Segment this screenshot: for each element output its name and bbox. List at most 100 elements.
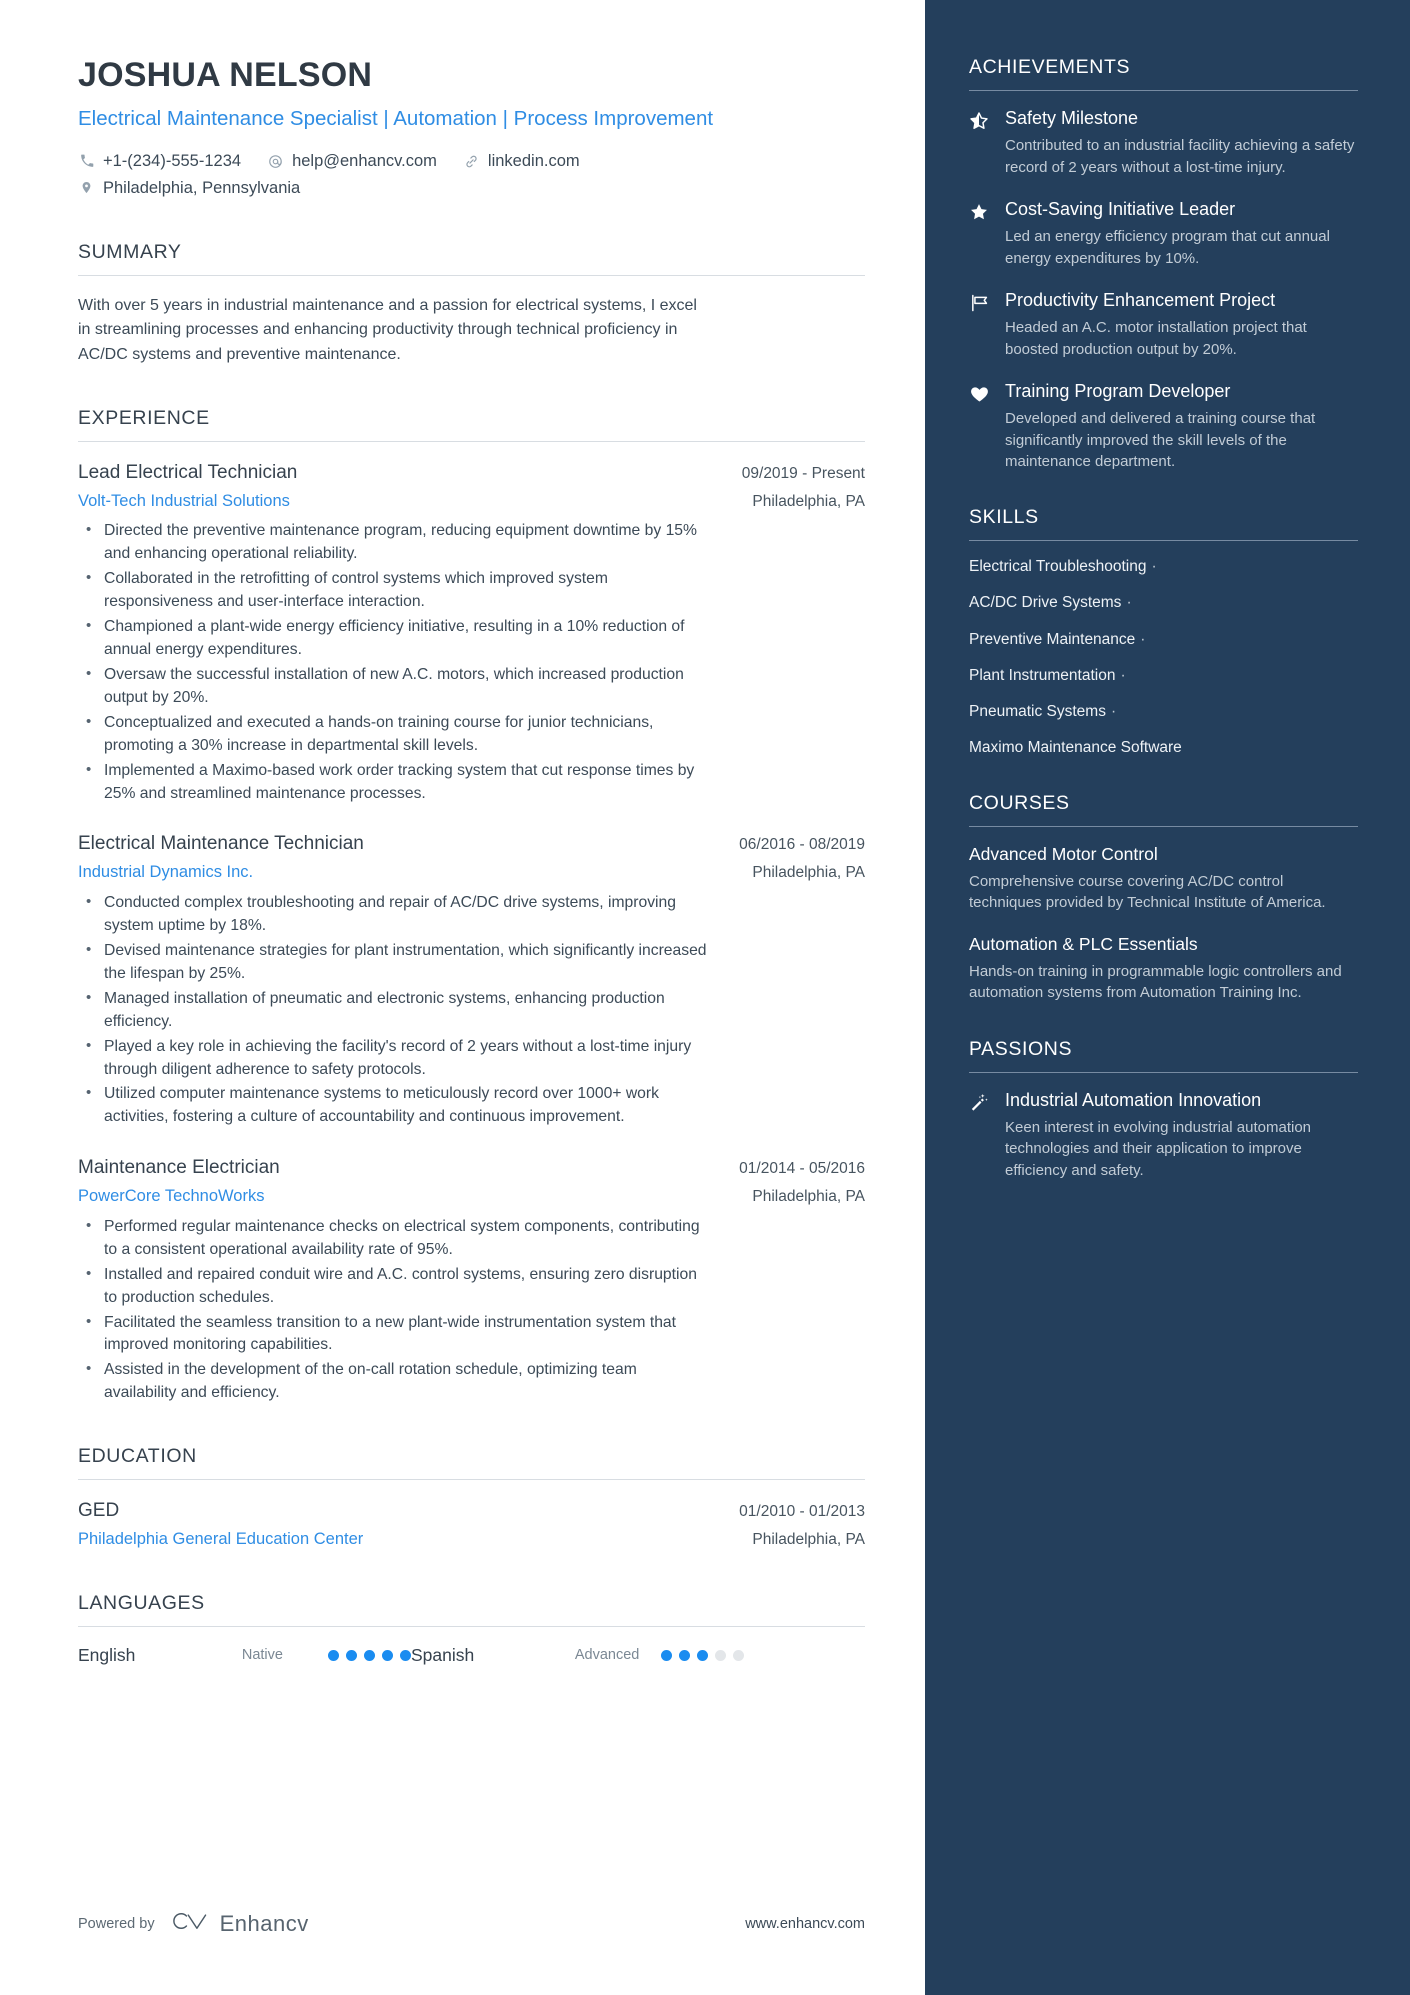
achievement-item: Cost-Saving Initiative Leader Led an ene… xyxy=(969,198,1358,269)
course-item: Automation & PLC Essentials Hands-on tra… xyxy=(969,933,1358,1003)
language-level: Advanced xyxy=(574,1647,640,1664)
rating-dot xyxy=(328,1649,339,1661)
job-location: Philadelphia, PA xyxy=(752,492,865,510)
job-bullet: Assisted in the development of the on-ca… xyxy=(78,1358,708,1405)
passions-section: PASSIONS Industrial Automation Innovatio… xyxy=(969,1038,1358,1181)
contact-link[interactable]: linkedin.com xyxy=(463,148,580,174)
courses-section: COURSES Advanced Motor Control Comprehen… xyxy=(969,792,1358,1004)
rating-dot xyxy=(382,1649,393,1661)
skills-heading: SKILLS xyxy=(969,506,1039,529)
job-title: Lead Electrical Technician xyxy=(78,461,298,483)
location-icon xyxy=(78,180,95,195)
courses-divider xyxy=(969,826,1358,828)
achievement-description: Developed and delivered a training cours… xyxy=(1005,410,1316,470)
achievement-body: Safety Milestone Contributed to an indus… xyxy=(1005,107,1358,178)
powered-by-block: Powered by Enhancv xyxy=(78,1908,309,1939)
star-icon xyxy=(969,198,991,269)
language-name: English xyxy=(78,1644,136,1665)
job-bullet: Oversaw the successful installation of n… xyxy=(78,663,708,710)
footer-url[interactable]: www.enhancv.com xyxy=(745,1916,865,1932)
job-bullet: Facilitated the seamless transition to a… xyxy=(78,1311,708,1358)
education-divider xyxy=(78,1479,865,1481)
education-entry-header: GED 01/2010 - 01/2013 xyxy=(78,1498,865,1524)
achievement-item: Productivity Enhancement Project Headed … xyxy=(969,289,1358,360)
flag-icon xyxy=(969,289,991,360)
footer: Powered by Enhancv www.enhancv.com xyxy=(78,1908,865,1939)
achievement-item: Training Program Developer Developed and… xyxy=(969,380,1358,472)
page-title: JOSHUA NELSON xyxy=(78,56,373,94)
job-bullet: Performed regular maintenance checks on … xyxy=(78,1215,708,1262)
languages-divider xyxy=(78,1625,865,1627)
experience-entry-header: Lead Electrical Technician 09/2019 - Pre… xyxy=(78,460,865,486)
phone-icon xyxy=(78,154,95,168)
experience-section: EXPERIENCE Lead Electrical Technician 09… xyxy=(78,407,865,1405)
job-location: Philadelphia, PA xyxy=(752,864,865,882)
job-bullet: Championed a plant-wide energy efficienc… xyxy=(78,615,708,662)
experience-entry-subheader: Industrial Dynamics Inc. Philadelphia, P… xyxy=(78,857,865,885)
skill-separator: · xyxy=(1140,630,1146,648)
contact-email-text: help@enhancv.com xyxy=(292,152,437,171)
skill-separator: · xyxy=(1151,558,1157,576)
job-bullets: Performed regular maintenance checks on … xyxy=(78,1215,865,1405)
achievement-description: Headed an A.C. motor installation projec… xyxy=(1005,319,1307,358)
language-level: Native xyxy=(241,1647,283,1664)
course-item: Advanced Motor Control Comprehensive cou… xyxy=(969,843,1358,913)
passion-description: Keen interest in evolving industrial aut… xyxy=(1005,1119,1312,1179)
achievement-title: Training Program Developer xyxy=(1005,380,1231,401)
summary-divider xyxy=(78,274,865,276)
main-column: JOSHUA NELSON Electrical Maintenance Spe… xyxy=(0,0,925,1995)
star-half-icon xyxy=(969,107,991,178)
skill-label: AC/DC Drive Systems xyxy=(969,594,1122,612)
courses-heading: COURSES xyxy=(969,792,1070,815)
contact-location-text: Philadelphia, Pennsylvania xyxy=(103,178,301,197)
skill-label: Plant Instrumentation xyxy=(969,666,1116,684)
job-bullet: Utilized computer maintenance systems to… xyxy=(78,1082,708,1129)
rating-dot xyxy=(697,1649,708,1661)
skill-item: AC/DC Drive Systems · xyxy=(969,593,1358,613)
powered-by-label: Powered by xyxy=(78,1915,155,1932)
passion-title: Industrial Automation Innovation xyxy=(1005,1089,1262,1110)
experience-entry: Maintenance Electrician 01/2014 - 05/201… xyxy=(78,1155,865,1405)
heart-icon xyxy=(969,380,991,472)
language-name: Spanish xyxy=(411,1644,475,1665)
passions-divider xyxy=(969,1071,1358,1073)
experience-entry-header: Maintenance Electrician 01/2014 - 05/201… xyxy=(78,1155,865,1181)
school-name[interactable]: Philadelphia General Education Center xyxy=(78,1528,363,1552)
contact-line-1: +1-(234)-555-1234 help@enhancv.com linke… xyxy=(78,148,865,174)
passions-heading: PASSIONS xyxy=(969,1037,1073,1060)
skill-item: Maximo Maintenance Software xyxy=(969,738,1358,758)
job-company[interactable]: Industrial Dynamics Inc. xyxy=(78,861,253,885)
job-bullet: Devised maintenance strategies for plant… xyxy=(78,939,708,986)
languages-heading: LANGUAGES xyxy=(78,1591,205,1614)
rating-dot xyxy=(679,1649,690,1661)
education-section: EDUCATION GED 01/2010 - 01/2013 Philadel… xyxy=(78,1445,865,1552)
job-bullet: Directed the preventive maintenance prog… xyxy=(78,519,708,566)
skill-item: Preventive Maintenance · xyxy=(969,630,1358,650)
rating-dot xyxy=(400,1649,411,1661)
skills-divider xyxy=(969,540,1358,542)
achievement-description: Contributed to an industrial facility ac… xyxy=(1005,137,1355,176)
summary-heading: SUMMARY xyxy=(78,240,182,263)
job-company[interactable]: PowerCore TechnoWorks xyxy=(78,1185,264,1209)
skill-item: Plant Instrumentation · xyxy=(969,666,1358,686)
achievement-title: Safety Milestone xyxy=(1005,108,1139,128)
language-rating xyxy=(328,1649,411,1661)
contact-block: +1-(234)-555-1234 help@enhancv.com linke… xyxy=(78,148,865,201)
experience-entry: Electrical Maintenance Technician 06/201… xyxy=(78,831,865,1129)
education-entry-subheader: Philadelphia General Education Center Ph… xyxy=(78,1524,865,1552)
job-bullet: Installed and repaired conduit wire and … xyxy=(78,1263,708,1310)
enhancv-mark-icon xyxy=(171,1908,211,1939)
course-title: Advanced Motor Control xyxy=(969,844,1158,865)
job-company[interactable]: Volt-Tech Industrial Solutions xyxy=(78,490,290,514)
job-date: 01/2014 - 05/2016 xyxy=(739,1160,865,1178)
job-bullet: Played a key role in achieving the facil… xyxy=(78,1035,708,1082)
achievements-divider xyxy=(969,90,1358,91)
language-item: English Native xyxy=(78,1645,411,1666)
skill-separator: · xyxy=(1126,594,1132,612)
education-entry: GED 01/2010 - 01/2013 Philadelphia Gener… xyxy=(78,1498,865,1552)
job-date: 06/2016 - 08/2019 xyxy=(739,836,865,854)
sidebar: ACHIEVEMENTS Safety Milestone Contribute… xyxy=(925,0,1410,1995)
job-date: 09/2019 - Present xyxy=(741,464,865,482)
skill-label: Maximo Maintenance Software xyxy=(969,738,1182,756)
achievement-body: Training Program Developer Developed and… xyxy=(1005,380,1358,472)
